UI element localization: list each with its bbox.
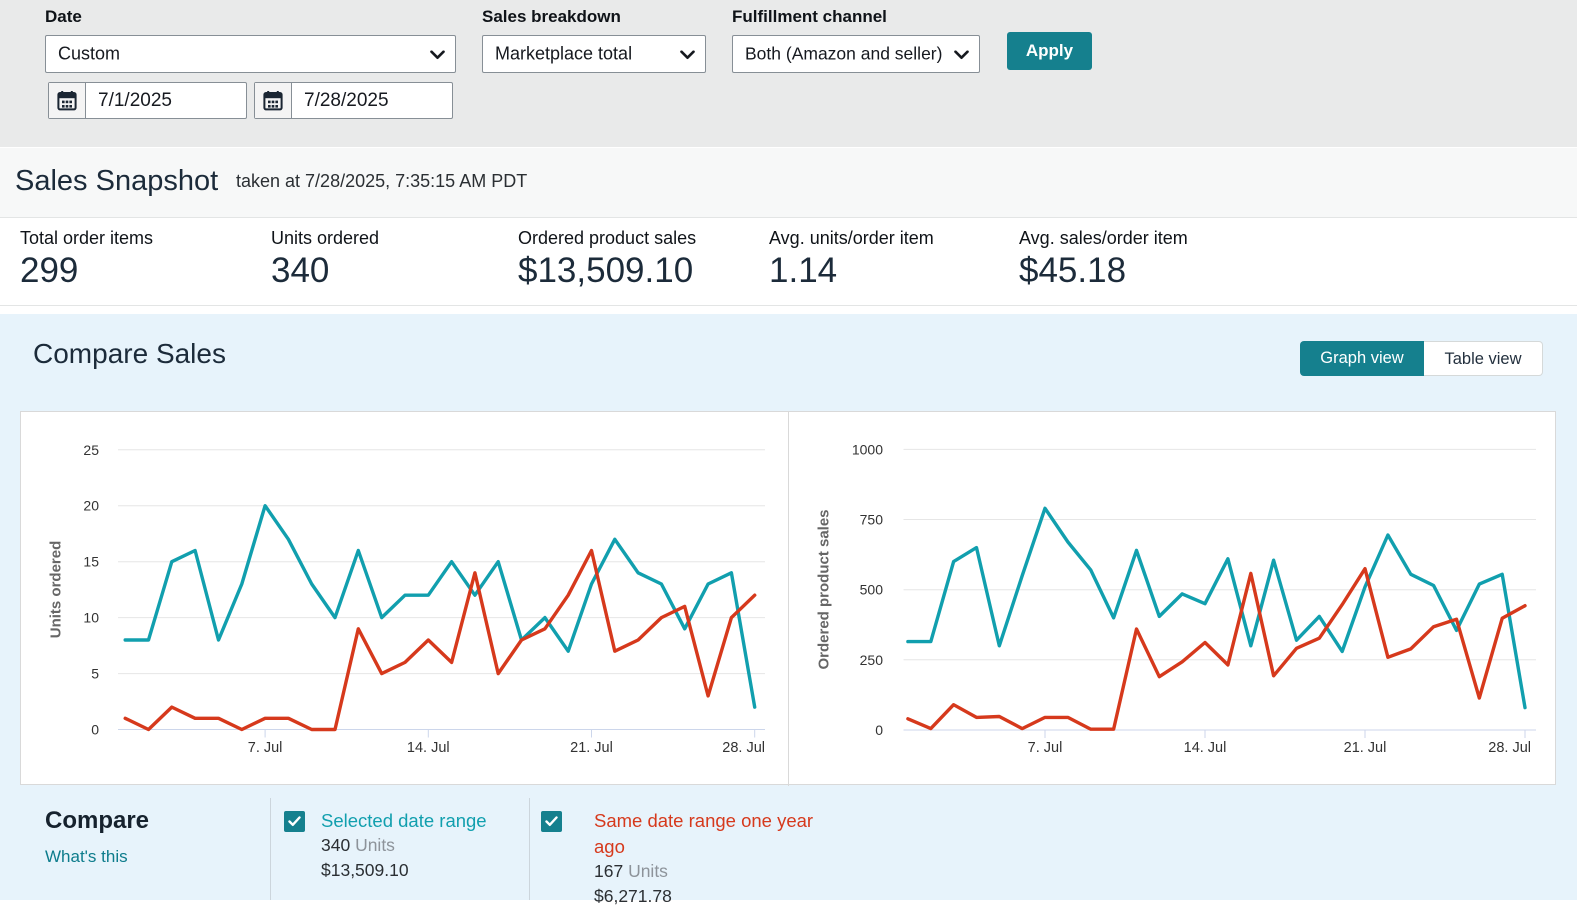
svg-text:15: 15 (83, 554, 99, 570)
svg-text:10: 10 (83, 610, 99, 626)
svg-text:1000: 1000 (852, 441, 883, 457)
svg-text:21. Jul: 21. Jul (1344, 740, 1387, 756)
svg-text:7. Jul: 7. Jul (248, 740, 283, 756)
svg-text:0: 0 (91, 722, 99, 738)
svg-text:28. Jul: 28. Jul (722, 740, 765, 756)
svg-text:25: 25 (83, 442, 99, 458)
svg-text:14. Jul: 14. Jul (407, 740, 450, 756)
svg-text:Units ordered: Units ordered (48, 541, 65, 639)
svg-text:750: 750 (860, 512, 884, 528)
svg-text:500: 500 (860, 582, 884, 598)
svg-text:7. Jul: 7. Jul (1028, 740, 1063, 756)
svg-text:20: 20 (83, 498, 99, 514)
svg-text:0: 0 (875, 722, 883, 738)
svg-text:250: 250 (860, 652, 884, 668)
svg-text:14. Jul: 14. Jul (1184, 740, 1227, 756)
svg-text:21. Jul: 21. Jul (570, 740, 613, 756)
svg-text:Ordered product sales: Ordered product sales (816, 509, 833, 669)
svg-text:28. Jul: 28. Jul (1488, 740, 1531, 756)
svg-text:5: 5 (91, 666, 99, 682)
